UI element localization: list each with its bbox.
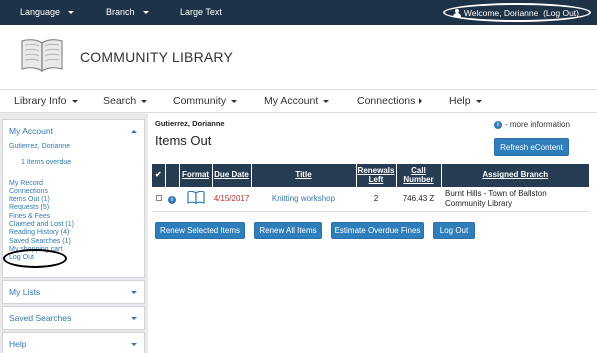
main-content: Gutierrez, Dorianne Items Out i - more i… xyxy=(148,113,597,353)
sidebar-link-my-record[interactable]: My Record xyxy=(9,180,138,188)
items-out-table: ✔ Format Due Date Title Renewals Left Ca… xyxy=(152,164,589,212)
nav-connections[interactable]: Connections xyxy=(357,95,423,107)
chevron-down-icon xyxy=(475,99,482,103)
call-number-header[interactable]: Call Number xyxy=(396,164,442,187)
sidebar: My Account Gutierrez, Dorianne 1 Items o… xyxy=(2,119,145,353)
more-info-text: - more information xyxy=(505,120,570,129)
log-out-label: Log Out xyxy=(9,254,34,262)
language-label: Language xyxy=(20,7,61,17)
due-date-cell: 4/15/2017 xyxy=(212,187,251,212)
user-icon xyxy=(452,8,461,17)
row-info-cell: i xyxy=(165,187,179,212)
log-out-button[interactable]: Log Out xyxy=(433,222,475,239)
my-lists-panel[interactable]: My Lists xyxy=(2,280,145,304)
chevron-down-icon xyxy=(131,342,137,346)
select-all-header[interactable]: ✔ xyxy=(152,164,166,187)
chevron-up-icon xyxy=(131,129,137,133)
sidebar-link-shopping-cart[interactable]: My shopping cart xyxy=(9,246,138,254)
nav-my-account[interactable]: My Account xyxy=(264,95,330,107)
branch-label: Branch xyxy=(106,7,135,17)
help-title: Help xyxy=(9,339,27,349)
sidebar-link-log-out[interactable]: Log Out xyxy=(3,249,67,269)
chevron-down-icon xyxy=(323,99,330,103)
call-number-cell: 746.43 Z xyxy=(396,187,441,212)
branch-dropdown[interactable]: Branch xyxy=(106,7,149,17)
sidebar-link-claimed-lost[interactable]: Claimed and Lost (1) xyxy=(9,221,138,229)
info-icon: i xyxy=(494,120,502,129)
chevron-down-icon xyxy=(131,290,137,294)
nav-label: Search xyxy=(103,95,137,107)
nav-community[interactable]: Community xyxy=(173,95,238,107)
assigned-branch-cell: Burnt Hills - Town of Ballston Community… xyxy=(441,187,589,212)
book-icon[interactable] xyxy=(186,190,205,205)
help-panel[interactable]: Help xyxy=(2,332,145,353)
format-header[interactable]: Format xyxy=(179,164,213,187)
nav-label: Help xyxy=(449,95,471,107)
my-account-title: My Account xyxy=(9,126,53,136)
due-date-header[interactable]: Due Date xyxy=(212,164,252,187)
main-nav: Library Info Search Community My Account… xyxy=(0,89,597,113)
site-header: COMMUNITY LIBRARY xyxy=(0,25,597,89)
assigned-branch-header[interactable]: Assigned Branch xyxy=(441,164,589,187)
sidebar-link-fines[interactable]: Fines & Fees xyxy=(9,213,138,221)
chevron-down-icon xyxy=(131,316,137,320)
top-bar: Language Branch Large Text Welcome, Dori… xyxy=(0,0,597,25)
renewals-left-cell: 2 xyxy=(356,187,396,212)
welcome-logout-link[interactable]: Welcome, Dorianne (Log Out) xyxy=(442,3,591,22)
nav-label: Connections xyxy=(357,95,416,107)
sidebar-link-reading-history[interactable]: Reading History (4) xyxy=(9,229,138,237)
saved-searches-header[interactable]: Saved Searches xyxy=(3,307,144,329)
my-lists-title: My Lists xyxy=(9,287,41,297)
large-text-toggle[interactable]: Large Text xyxy=(180,7,222,17)
row-checkbox-cell xyxy=(152,187,165,212)
renew-all-button[interactable]: Renew All Items xyxy=(254,222,322,239)
info-icon[interactable]: i xyxy=(168,195,176,204)
overdue-link[interactable]: 1 Items overdue xyxy=(21,159,138,167)
sidebar-link-saved-searches[interactable]: Saved Searches (1) xyxy=(9,238,138,246)
nav-label: Community xyxy=(173,95,227,107)
sidebar-link-connections[interactable]: Connections xyxy=(9,188,138,196)
title-link[interactable]: Knitting workshop xyxy=(251,187,356,212)
row-checkbox[interactable] xyxy=(155,195,162,202)
chevron-down-icon xyxy=(68,10,75,14)
help-header[interactable]: Help xyxy=(3,333,144,353)
nav-library-info[interactable]: Library Info xyxy=(14,95,78,107)
chevron-right-icon xyxy=(419,98,423,104)
nav-label: Library Info xyxy=(14,95,67,107)
my-account-panel: My Account Gutierrez, Dorianne 1 Items o… xyxy=(2,119,145,278)
renewals-left-header[interactable]: Renewals Left xyxy=(356,164,397,187)
chevron-down-icon xyxy=(71,99,78,103)
my-lists-header[interactable]: My Lists xyxy=(3,281,144,303)
chevron-down-icon xyxy=(141,99,148,103)
open-book-icon[interactable] xyxy=(20,37,64,73)
title-header[interactable]: Title xyxy=(251,164,357,187)
more-info-note: i - more information xyxy=(494,120,570,129)
renew-selected-button[interactable]: Renew Selected Items xyxy=(155,222,245,239)
patron-name: Gutierrez, Dorianne xyxy=(155,119,225,128)
site-title[interactable]: COMMUNITY LIBRARY xyxy=(80,49,233,65)
nav-help[interactable]: Help xyxy=(449,95,482,107)
refresh-econtent-button[interactable]: Refresh eContent xyxy=(494,138,569,156)
page-title: Items Out xyxy=(155,133,212,148)
chevron-down-icon xyxy=(142,10,149,14)
my-account-body: Gutierrez, Dorianne 1 Items overdue My R… xyxy=(3,143,144,269)
account-name-link[interactable]: Gutierrez, Dorianne xyxy=(9,143,138,151)
saved-searches-title: Saved Searches xyxy=(9,313,72,323)
format-cell xyxy=(179,187,212,212)
table-header-row: ✔ Format Due Date Title Renewals Left Ca… xyxy=(152,164,589,187)
large-text-label: Large Text xyxy=(180,7,222,17)
saved-searches-panel[interactable]: Saved Searches xyxy=(2,306,145,330)
estimate-fines-button[interactable]: Estimate Overdue Fines xyxy=(331,222,424,239)
sidebar-link-items-out[interactable]: Items Out (1) xyxy=(9,196,138,204)
welcome-text: Welcome, Dorianne (Log Out) xyxy=(463,7,579,18)
info-column-header xyxy=(165,164,180,187)
chevron-down-icon xyxy=(231,99,238,103)
my-account-header[interactable]: My Account xyxy=(3,120,144,142)
language-dropdown[interactable]: Language xyxy=(20,7,75,17)
table-row: i 4/15/2017 Knitting workshop 2 746.43 Z… xyxy=(152,187,589,212)
nav-label: My Account xyxy=(264,95,319,107)
sidebar-link-requests[interactable]: Requests (5) xyxy=(9,204,138,212)
nav-search[interactable]: Search xyxy=(103,95,148,107)
